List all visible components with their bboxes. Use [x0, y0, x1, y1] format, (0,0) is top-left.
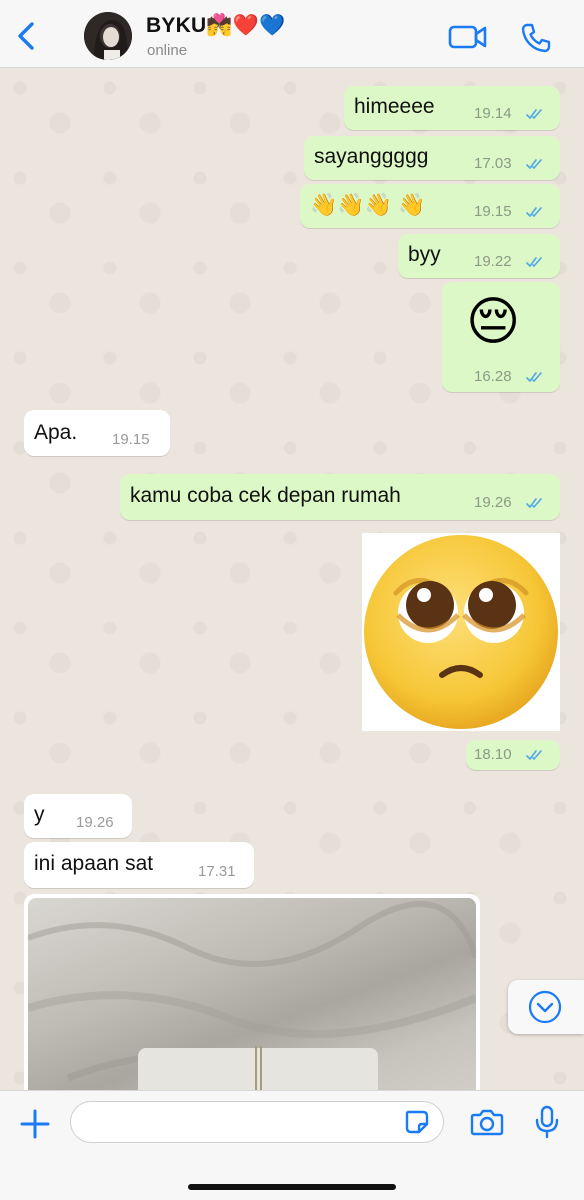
scroll-to-bottom-button[interactable]	[508, 980, 584, 1034]
message-time: 18.10	[474, 746, 512, 763]
message-bubble[interactable]: himeeee 19.14	[344, 86, 560, 130]
chevron-left-icon	[18, 22, 34, 50]
message-time: 19.22	[474, 253, 512, 270]
message-time: 19.15	[474, 203, 512, 220]
message-text: 👋👋👋 👋	[310, 192, 426, 217]
message-text: y	[34, 803, 45, 826]
read-ticks-icon	[526, 750, 542, 761]
avatar[interactable]	[84, 12, 132, 60]
read-ticks-icon	[526, 109, 542, 120]
message-bubble[interactable]: Apa. 19.15	[24, 410, 170, 456]
message-time: 17.03	[474, 155, 512, 172]
message-input[interactable]	[70, 1101, 444, 1143]
message-text: byy	[408, 243, 441, 266]
message-text: ini apaan sat	[34, 852, 154, 875]
camera-button[interactable]	[470, 1107, 504, 1137]
sticker-message[interactable]	[362, 533, 560, 731]
message-bubble[interactable]: kamu coba cek depan rumah 19.26	[120, 474, 560, 520]
phone-icon	[521, 23, 551, 53]
message-bubble[interactable]: ini apaan sat 17.31	[24, 842, 254, 888]
camera-icon	[470, 1109, 504, 1136]
message-bubble[interactable]: 😔 16.28	[442, 282, 560, 392]
attach-button[interactable]	[18, 1107, 52, 1141]
pleading-face-icon	[364, 535, 558, 729]
voice-message-button[interactable]	[534, 1105, 560, 1139]
contact-status: online	[147, 42, 188, 59]
message-time: 16.28	[474, 368, 512, 385]
photo-image	[28, 898, 476, 1090]
read-ticks-icon	[526, 498, 542, 509]
contact-name[interactable]: BYKU💏❤️💙	[146, 14, 285, 38]
message-time: 19.26	[76, 814, 114, 831]
message-time: 19.26	[474, 494, 512, 511]
message-text: sayanggggg	[314, 145, 429, 168]
message-bubble[interactable]: 👋👋👋 👋 19.15	[300, 184, 560, 228]
sticker-timestamp: 18.10	[466, 740, 560, 770]
message-text: himeeee	[354, 95, 435, 118]
message-time: 19.15	[112, 431, 150, 448]
pensive-face-emoji: 😔	[466, 293, 521, 351]
video-call-button[interactable]	[448, 22, 488, 52]
message-bubble[interactable]: y 19.26	[24, 794, 132, 838]
message-bubble[interactable]: byy 19.22	[398, 234, 560, 278]
message-time: 17.31	[198, 863, 236, 880]
chevron-down-circle-icon	[528, 990, 562, 1024]
message-bubble[interactable]: sayanggggg 17.03	[304, 136, 560, 180]
home-indicator[interactable]	[188, 1184, 396, 1190]
microphone-icon	[535, 1105, 559, 1139]
chat-area[interactable]: himeeee 19.14 sayanggggg 17.03 👋👋👋 👋 19.…	[0, 68, 584, 1090]
chat-header: BYKU💏❤️💙 online	[0, 0, 584, 68]
message-time: 19.14	[474, 105, 512, 122]
read-ticks-icon	[526, 207, 542, 218]
message-text: Apa.	[34, 421, 78, 444]
sticker-button[interactable]	[404, 1109, 430, 1135]
back-button[interactable]	[12, 18, 42, 54]
voice-call-button[interactable]	[520, 22, 552, 54]
read-ticks-icon	[526, 257, 542, 268]
plus-icon	[20, 1109, 50, 1139]
photo-message[interactable]	[24, 894, 480, 1090]
message-text: kamu coba cek depan rumah	[130, 484, 401, 507]
video-camera-icon	[448, 25, 487, 49]
sticker-icon	[405, 1110, 429, 1134]
avatar-image	[84, 12, 132, 60]
read-ticks-icon	[526, 159, 542, 170]
read-ticks-icon	[526, 372, 542, 383]
photo-content	[28, 901, 476, 1090]
